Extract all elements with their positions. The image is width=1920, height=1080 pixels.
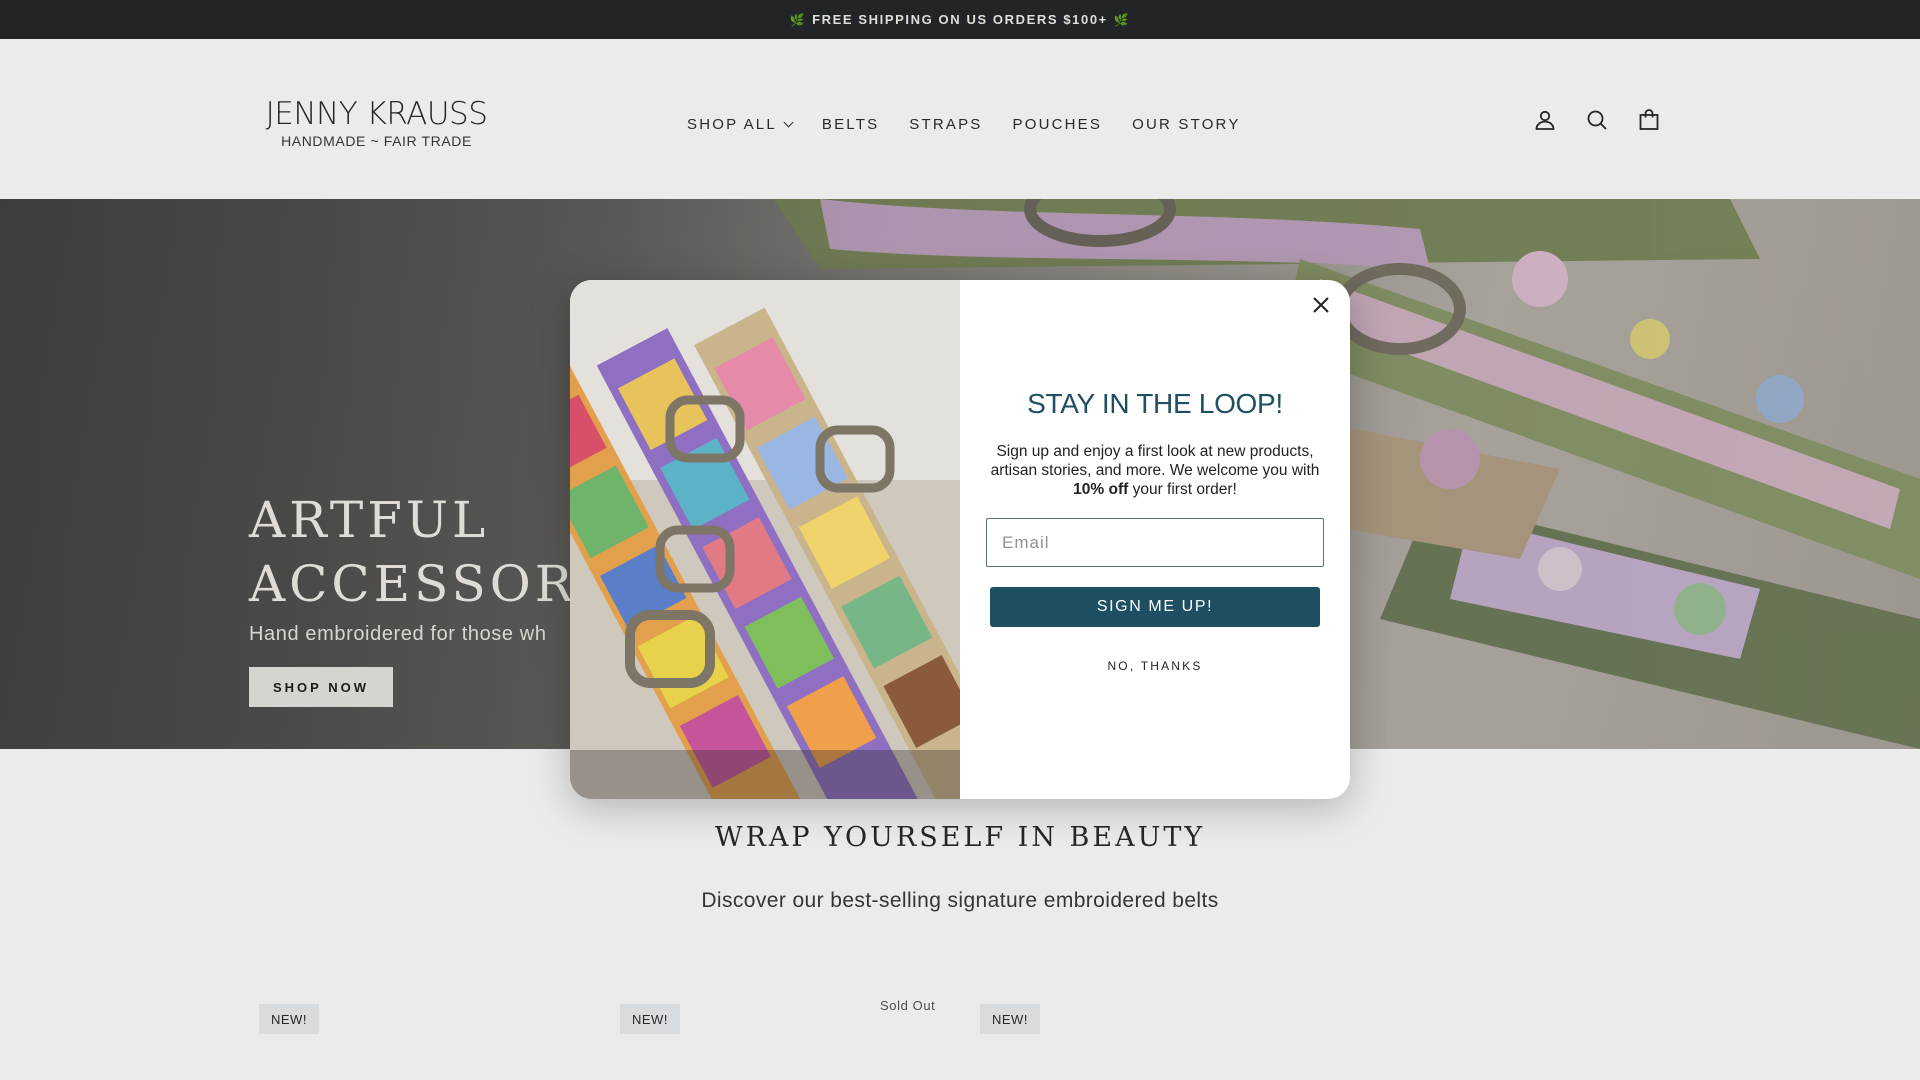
sign-me-up-button[interactable]: SIGN ME UP! (990, 587, 1320, 627)
modal-belts-image (570, 280, 960, 799)
newsletter-modal: STAY IN THE LOOP! Sign up and enjoy a fi… (570, 280, 1350, 799)
modal-text: Sign up and enjoy a first look at new pr… (986, 442, 1324, 499)
modal-text-lead: Sign up and enjoy a first look at new pr… (990, 443, 1320, 479)
discount-text: 10% off (1073, 481, 1129, 498)
signup-form: STAY IN THE LOOP! Sign up and enjoy a fi… (960, 280, 1350, 799)
email-input[interactable] (986, 518, 1324, 567)
modal-title: STAY IN THE LOOP! (1027, 388, 1283, 419)
close-icon[interactable] (1308, 292, 1334, 318)
modal-text-tail: your first order! (1128, 481, 1237, 498)
no-thanks-link[interactable]: NO, THANKS (960, 659, 1350, 673)
